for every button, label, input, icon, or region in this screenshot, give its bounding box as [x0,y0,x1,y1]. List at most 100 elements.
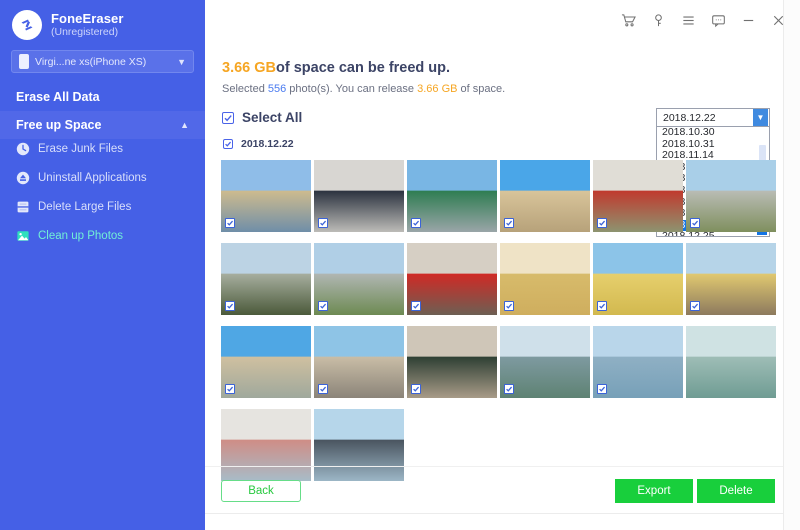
sidebar: FoneEraser (Unregistered) Virgi...ne xs(… [0,0,205,530]
photo-image [314,409,404,481]
photo-checkbox[interactable] [225,301,235,311]
photo-thumbnail[interactable] [500,243,590,315]
dropdown-option[interactable]: 2018.10.30 [657,127,757,139]
photo-thumbnail[interactable] [593,160,683,232]
photo-thumbnail[interactable] [221,409,311,481]
photo-thumbnail[interactable] [407,243,497,315]
photo-checkbox[interactable] [504,218,514,228]
sidebar-item-erase-junk-files[interactable]: Erase Junk Files [0,135,205,163]
chevron-down-icon[interactable]: ▼ [753,109,768,126]
photo-checkbox[interactable] [411,218,421,228]
select-all-row[interactable]: Select All [222,110,302,125]
back-button[interactable]: Back [221,480,301,502]
selection-summary: Selected 556 photo(s). You can release 3… [222,83,505,95]
photo-checkbox[interactable] [318,218,328,228]
divider [205,466,783,467]
photo-thumbnail[interactable] [686,243,776,315]
sidebar-item-delete-large-files[interactable]: Delete Large Files [0,193,205,221]
photo-grid [221,160,777,481]
page-title: 3.66 GBof space can be freed up. [222,60,450,76]
photo-icon [17,231,29,241]
photo-thumbnail[interactable] [593,326,683,398]
subline-prefix: Selected [222,83,268,95]
release-size: 3.66 GB [417,83,458,95]
delete-button[interactable]: Delete [697,479,775,503]
photo-thumbnail[interactable] [221,160,311,232]
photo-thumbnail[interactable] [314,326,404,398]
feedback-icon[interactable] [710,12,726,28]
photo-thumbnail[interactable] [314,409,404,481]
sidebar-item-label: Erase Junk Files [38,143,124,155]
file-icon [17,201,29,213]
subline-suffix: of space. [457,83,506,95]
photo-checkbox[interactable] [411,384,421,394]
sidebar-section-label: Erase All Data [16,90,100,104]
select-all-label: Select All [242,110,303,125]
sidebar-item-label: Clean up Photos [38,230,124,242]
subline-mid: photo(s). You can release [286,83,418,95]
select-all-checkbox[interactable] [222,111,234,124]
right-divider [783,0,784,530]
app-window: FoneEraser (Unregistered) Virgi...ne xs(… [0,0,800,530]
photo-checkbox[interactable] [318,301,328,311]
photo-group-header[interactable]: 2018.12.22 [223,138,294,150]
footer-divider [205,513,783,514]
photo-thumbnail[interactable] [407,326,497,398]
sidebar-section-label: Free up Space [16,118,102,132]
photo-checkbox[interactable] [318,384,328,394]
photo-checkbox[interactable] [597,301,607,311]
key-icon[interactable] [650,12,666,28]
group-checkbox[interactable] [223,139,233,149]
sidebar-item-clean-up-photos[interactable]: Clean up Photos [0,222,205,250]
photo-thumbnail[interactable] [314,160,404,232]
date-filter-value: 2018.12.22 [663,111,716,124]
photo-checkbox[interactable] [597,218,607,228]
photo-checkbox[interactable] [504,384,514,394]
photo-thumbnail[interactable] [593,243,683,315]
chevron-down-icon: ▼ [177,56,186,67]
photo-thumbnail[interactable] [686,326,776,398]
menu-icon[interactable] [680,12,696,28]
photo-checkbox[interactable] [504,301,514,311]
device-selector[interactable]: Virgi...ne xs(iPhone XS) ▼ [11,50,194,73]
app-license: (Unregistered) [51,26,119,39]
sidebar-item-label: Uninstall Applications [38,172,147,184]
uninstall-icon [16,171,30,185]
clock-icon [16,142,30,156]
sidebar-section-erase-all-data[interactable]: Erase All Data [0,83,205,111]
chevron-up-icon: ▲ [180,120,189,130]
photo-thumbnail[interactable] [221,326,311,398]
selected-count: 556 [267,83,287,95]
date-filter-combo[interactable]: 2018.12.22 ▼ [656,108,770,127]
freeable-size: 3.66 GB [222,60,276,76]
phone-icon [19,54,29,69]
photo-checkbox[interactable] [225,218,235,228]
photo-thumbnail[interactable] [221,243,311,315]
app-name: FoneEraser [51,10,124,26]
main-panel: 3.66 GBof space can be freed up. Selecte… [205,0,800,530]
photo-thumbnail[interactable] [407,160,497,232]
close-icon[interactable] [770,12,786,28]
photo-checkbox[interactable] [690,301,700,311]
photo-image [221,409,311,481]
sidebar-item-label: Delete Large Files [38,201,132,213]
photo-checkbox[interactable] [411,301,421,311]
photo-checkbox[interactable] [690,218,700,228]
photo-thumbnail[interactable] [500,326,590,398]
cart-icon[interactable] [620,12,636,28]
headline-rest: of space can be freed up. [276,60,451,76]
fone-eraser-logo-icon [12,10,42,40]
app-brand: FoneEraser (Unregistered) [12,10,124,40]
sidebar-item-uninstall-applications[interactable]: Uninstall Applications [0,164,205,192]
photo-thumbnail[interactable] [686,160,776,232]
photo-checkbox[interactable] [225,384,235,394]
device-name: Virgi...ne xs(iPhone XS) [35,55,147,68]
photo-image [686,326,776,398]
group-date-label: 2018.12.22 [241,138,294,150]
photo-thumbnail[interactable] [314,243,404,315]
right-gutter [784,0,800,530]
photo-checkbox[interactable] [597,384,607,394]
export-button[interactable]: Export [615,479,693,503]
minimize-icon[interactable] [740,12,756,28]
photo-thumbnail[interactable] [500,160,590,232]
